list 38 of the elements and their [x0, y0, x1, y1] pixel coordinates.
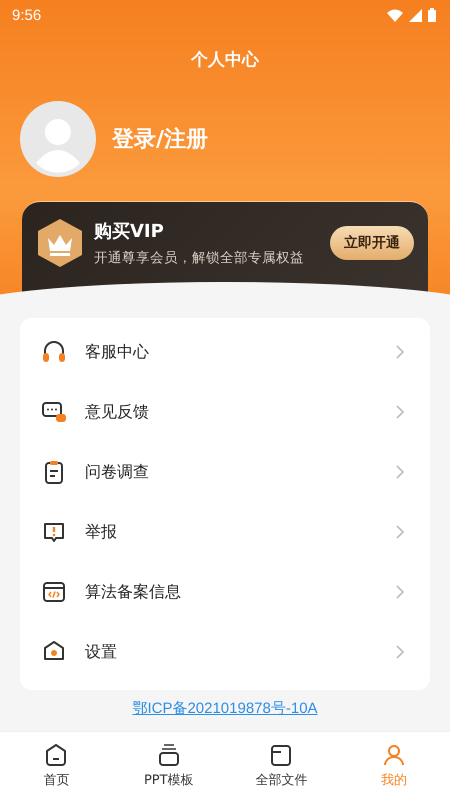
- chevron-right-icon: [396, 585, 404, 599]
- menu-label: 算法备案信息: [85, 582, 182, 602]
- menu-label: 问卷调查: [85, 462, 150, 482]
- code-icon: [41, 579, 67, 605]
- vip-subtitle: 开通尊享会员，解锁全部专属权益: [94, 248, 305, 266]
- menu-label: 客服中心: [85, 342, 150, 362]
- avatar-icon[interactable]: [20, 101, 96, 177]
- wifi-icon: [387, 8, 403, 22]
- menu-label: 意见反馈: [85, 402, 150, 422]
- signal-icon: [409, 8, 422, 22]
- menu-label: 设置: [85, 642, 118, 662]
- stack-icon: [156, 743, 181, 767]
- chevron-right-icon: [396, 405, 404, 419]
- page-title: 个人中心: [190, 49, 260, 71]
- tab[interactable]: 全部文件: [225, 732, 338, 800]
- folder-icon: [269, 743, 294, 767]
- vip-title: 购买VIP: [94, 220, 165, 242]
- chevron-right-icon: [396, 465, 404, 479]
- menu-item[interactable]: 举报: [20, 502, 430, 562]
- menu-item[interactable]: 算法备案信息: [20, 562, 430, 622]
- status-time: 9:56: [12, 6, 42, 24]
- chevron-right-icon: [396, 345, 404, 359]
- menu-item[interactable]: 设置: [20, 622, 430, 682]
- chevron-right-icon: [396, 645, 404, 659]
- tab[interactable]: PPT模板: [112, 732, 225, 800]
- crown-icon: [36, 218, 84, 268]
- chevron-right-icon: [396, 525, 404, 539]
- chat-icon: [41, 399, 67, 425]
- menu-label: 举报: [85, 522, 118, 542]
- menu-item[interactable]: 意见反馈: [20, 382, 430, 442]
- menu-item[interactable]: 问卷调查: [20, 442, 430, 502]
- home-icon: [44, 743, 68, 767]
- activate-button[interactable]: 立即开通: [330, 226, 414, 260]
- tab[interactable]: 首页: [0, 732, 112, 800]
- battery-icon: [428, 8, 436, 22]
- menu-item[interactable]: 客服中心: [20, 322, 430, 382]
- headset-icon: [41, 339, 67, 365]
- person-icon: [382, 743, 406, 767]
